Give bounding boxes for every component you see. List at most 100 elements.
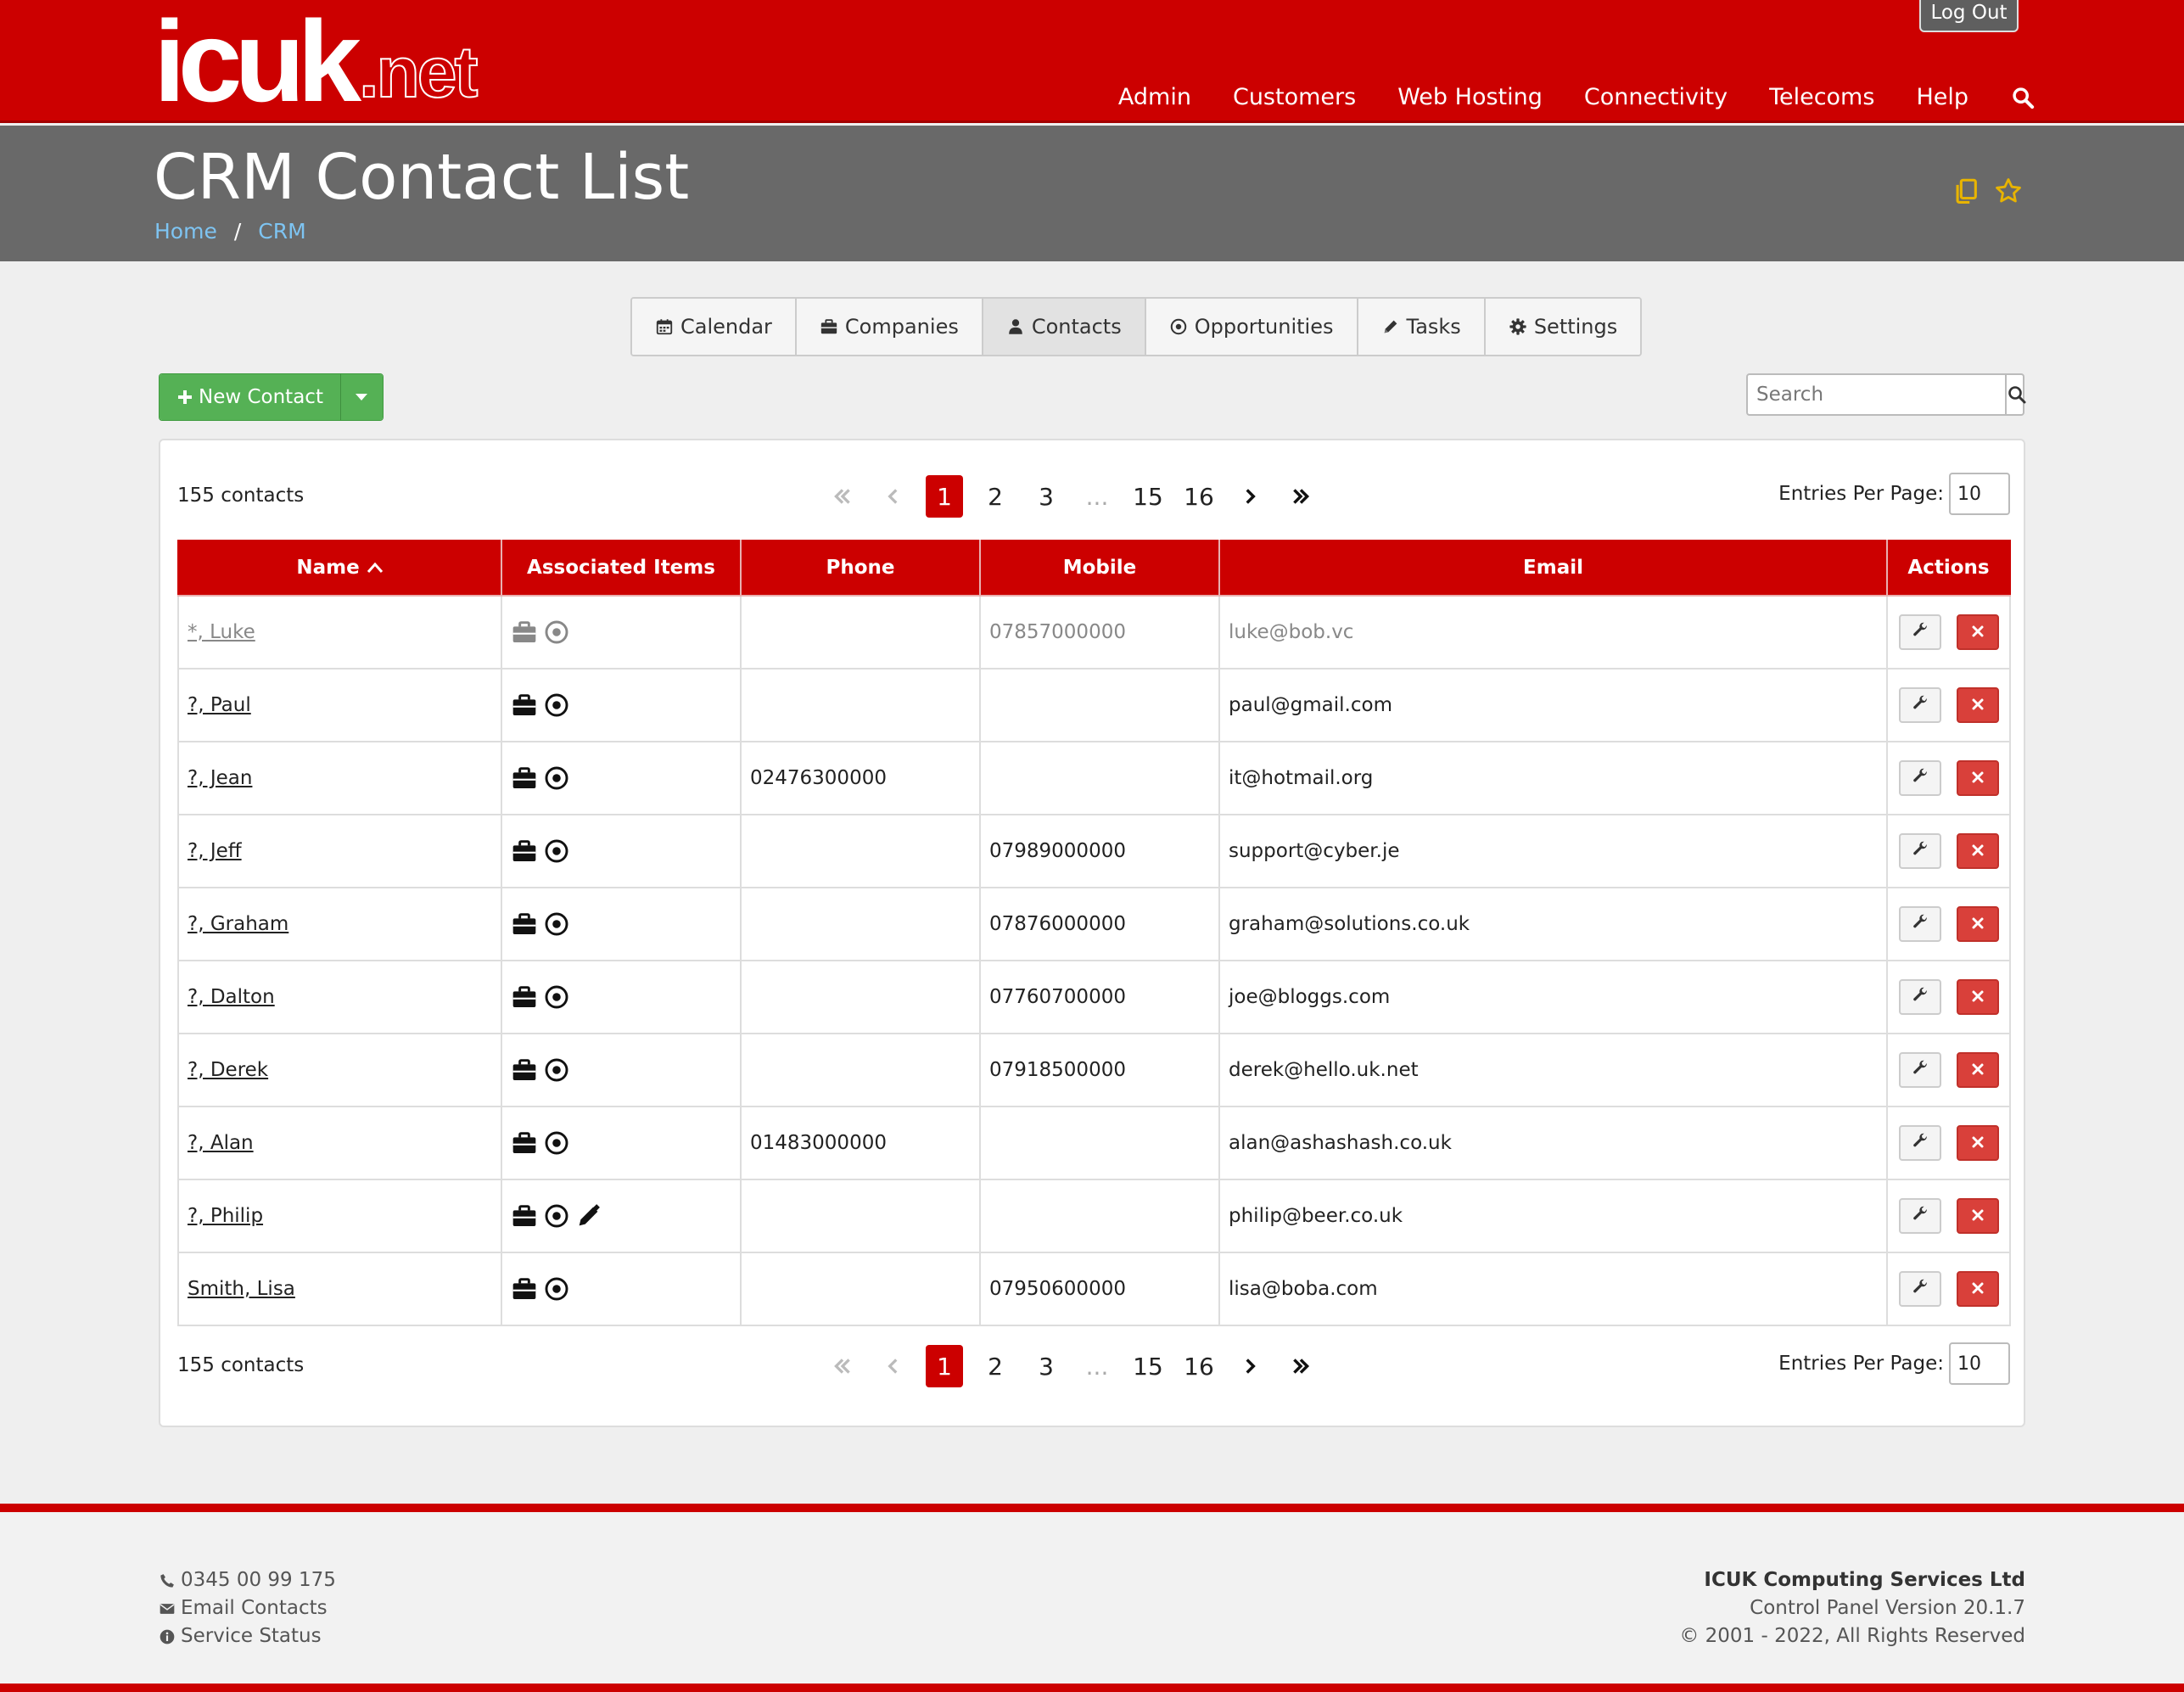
target-icon[interactable] — [543, 838, 570, 865]
breadcrumb-crm[interactable]: CRM — [258, 219, 305, 244]
contact-name-link[interactable]: ?, Graham — [188, 913, 288, 935]
briefcase-icon[interactable] — [511, 1056, 538, 1084]
first-page-button[interactable] — [824, 1345, 861, 1387]
briefcase-icon[interactable] — [511, 692, 538, 719]
delete-contact-button[interactable] — [1956, 687, 1999, 723]
entries-per-page-input[interactable] — [1949, 473, 2010, 515]
breadcrumb-home[interactable]: Home — [154, 219, 217, 244]
logout-button[interactable]: Log Out — [1919, 0, 2019, 32]
delete-contact-button[interactable] — [1956, 614, 1999, 650]
close-icon — [1971, 621, 1985, 643]
nav-web-hosting[interactable]: Web Hosting — [1397, 84, 1543, 110]
page-button[interactable]: 16 — [1180, 475, 1218, 518]
prev-page-button[interactable] — [875, 475, 912, 518]
target-icon[interactable] — [543, 983, 570, 1011]
icuk-logo[interactable]: icuk .net — [154, 3, 479, 119]
first-page-button[interactable] — [824, 475, 861, 518]
page-button[interactable]: 1 — [926, 475, 963, 518]
page-button[interactable]: 15 — [1129, 1345, 1167, 1387]
contact-name-link[interactable]: ?, Paul — [188, 694, 251, 716]
briefcase-icon[interactable] — [511, 765, 538, 792]
next-page-button[interactable] — [1231, 1345, 1268, 1387]
new-contact-dropdown-toggle[interactable] — [339, 374, 383, 420]
nav-customers[interactable]: Customers — [1233, 84, 1356, 110]
footer-email-link[interactable]: Email Contacts — [159, 1594, 336, 1622]
briefcase-icon[interactable] — [511, 1202, 538, 1230]
delete-contact-button[interactable] — [1956, 760, 1999, 796]
contact-name-link[interactable]: ?, Alan — [188, 1132, 254, 1154]
delete-contact-button[interactable] — [1956, 979, 1999, 1015]
delete-contact-button[interactable] — [1956, 906, 1999, 942]
edit-contact-button[interactable] — [1898, 979, 1941, 1015]
delete-contact-button[interactable] — [1956, 833, 1999, 869]
briefcase-icon[interactable] — [511, 983, 538, 1011]
tab-opportunities[interactable]: Opportunities — [1145, 299, 1358, 355]
column-name[interactable]: Name — [177, 540, 502, 597]
page-button[interactable]: 1 — [926, 1345, 963, 1387]
target-icon[interactable] — [543, 765, 570, 792]
edit-contact-button[interactable] — [1898, 1271, 1941, 1307]
target-icon[interactable] — [543, 619, 570, 646]
edit-contact-button[interactable] — [1898, 1052, 1941, 1088]
search-icon[interactable] — [2011, 86, 2035, 109]
target-icon[interactable] — [543, 1129, 570, 1157]
tab-tasks[interactable]: Tasks — [1358, 299, 1486, 355]
page-button[interactable]: 3 — [1028, 475, 1065, 518]
next-page-button[interactable] — [1231, 475, 1268, 518]
contact-name-link[interactable]: ?, Philip — [188, 1205, 263, 1227]
delete-contact-button[interactable] — [1956, 1198, 1999, 1234]
tab-settings[interactable]: Settings — [1485, 299, 1641, 355]
edit-contact-button[interactable] — [1898, 833, 1941, 869]
target-icon[interactable] — [543, 1202, 570, 1230]
tab-contacts[interactable]: Contacts — [983, 299, 1146, 355]
nav-connectivity[interactable]: Connectivity — [1584, 84, 1728, 110]
breadcrumb-separator: / — [233, 219, 242, 244]
briefcase-icon[interactable] — [511, 910, 538, 938]
search-input[interactable] — [1748, 375, 2005, 414]
delete-contact-button[interactable] — [1956, 1052, 1999, 1088]
edit-contact-button[interactable] — [1898, 760, 1941, 796]
page-button[interactable]: 15 — [1129, 475, 1167, 518]
contact-name-link[interactable]: ?, Jean — [188, 767, 252, 789]
edit-contact-button[interactable] — [1898, 687, 1941, 723]
page-button[interactable]: 16 — [1180, 1345, 1218, 1387]
edit-contact-button[interactable] — [1898, 1198, 1941, 1234]
target-icon[interactable] — [543, 692, 570, 719]
nav-help[interactable]: Help — [1916, 84, 1968, 110]
contact-name-link[interactable]: Smith, Lisa — [188, 1278, 295, 1300]
new-contact-button[interactable]: New Contact — [160, 374, 340, 420]
contact-name-link[interactable]: ?, Jeff — [188, 840, 242, 862]
briefcase-icon[interactable] — [511, 619, 538, 646]
star-icon[interactable] — [1994, 176, 2023, 205]
page-button[interactable]: 2 — [977, 1345, 1014, 1387]
prev-page-button[interactable] — [875, 1345, 912, 1387]
search-button[interactable] — [2005, 375, 2027, 414]
contact-name-link[interactable]: ?, Dalton — [188, 986, 275, 1008]
edit-contact-button[interactable] — [1898, 1125, 1941, 1161]
nav-admin[interactable]: Admin — [1118, 84, 1191, 110]
page-button[interactable]: 2 — [977, 475, 1014, 518]
mobile-cell: 07876000000 — [979, 887, 1220, 961]
nav-telecoms[interactable]: Telecoms — [1769, 84, 1874, 110]
last-page-button[interactable] — [1282, 1345, 1319, 1387]
target-icon[interactable] — [543, 1275, 570, 1303]
briefcase-icon[interactable] — [511, 838, 538, 865]
copy-icon[interactable] — [1952, 176, 1980, 205]
last-page-button[interactable] — [1282, 475, 1319, 518]
target-icon[interactable] — [543, 910, 570, 938]
entries-per-page-input[interactable] — [1949, 1342, 2010, 1385]
tab-calendar[interactable]: Calendar — [632, 299, 797, 355]
footer-status-link[interactable]: Service Status — [159, 1622, 336, 1650]
briefcase-icon[interactable] — [511, 1275, 538, 1303]
page-button[interactable]: 3 — [1028, 1345, 1065, 1387]
target-icon[interactable] — [543, 1056, 570, 1084]
contact-name-link[interactable]: ?, Derek — [188, 1059, 268, 1081]
delete-contact-button[interactable] — [1956, 1271, 1999, 1307]
tab-companies[interactable]: Companies — [796, 299, 983, 355]
delete-contact-button[interactable] — [1956, 1125, 1999, 1161]
pencil-icon[interactable] — [575, 1202, 602, 1230]
contact-name-link[interactable]: *, Luke — [188, 621, 255, 643]
edit-contact-button[interactable] — [1898, 906, 1941, 942]
briefcase-icon[interactable] — [511, 1129, 538, 1157]
edit-contact-button[interactable] — [1898, 614, 1941, 650]
